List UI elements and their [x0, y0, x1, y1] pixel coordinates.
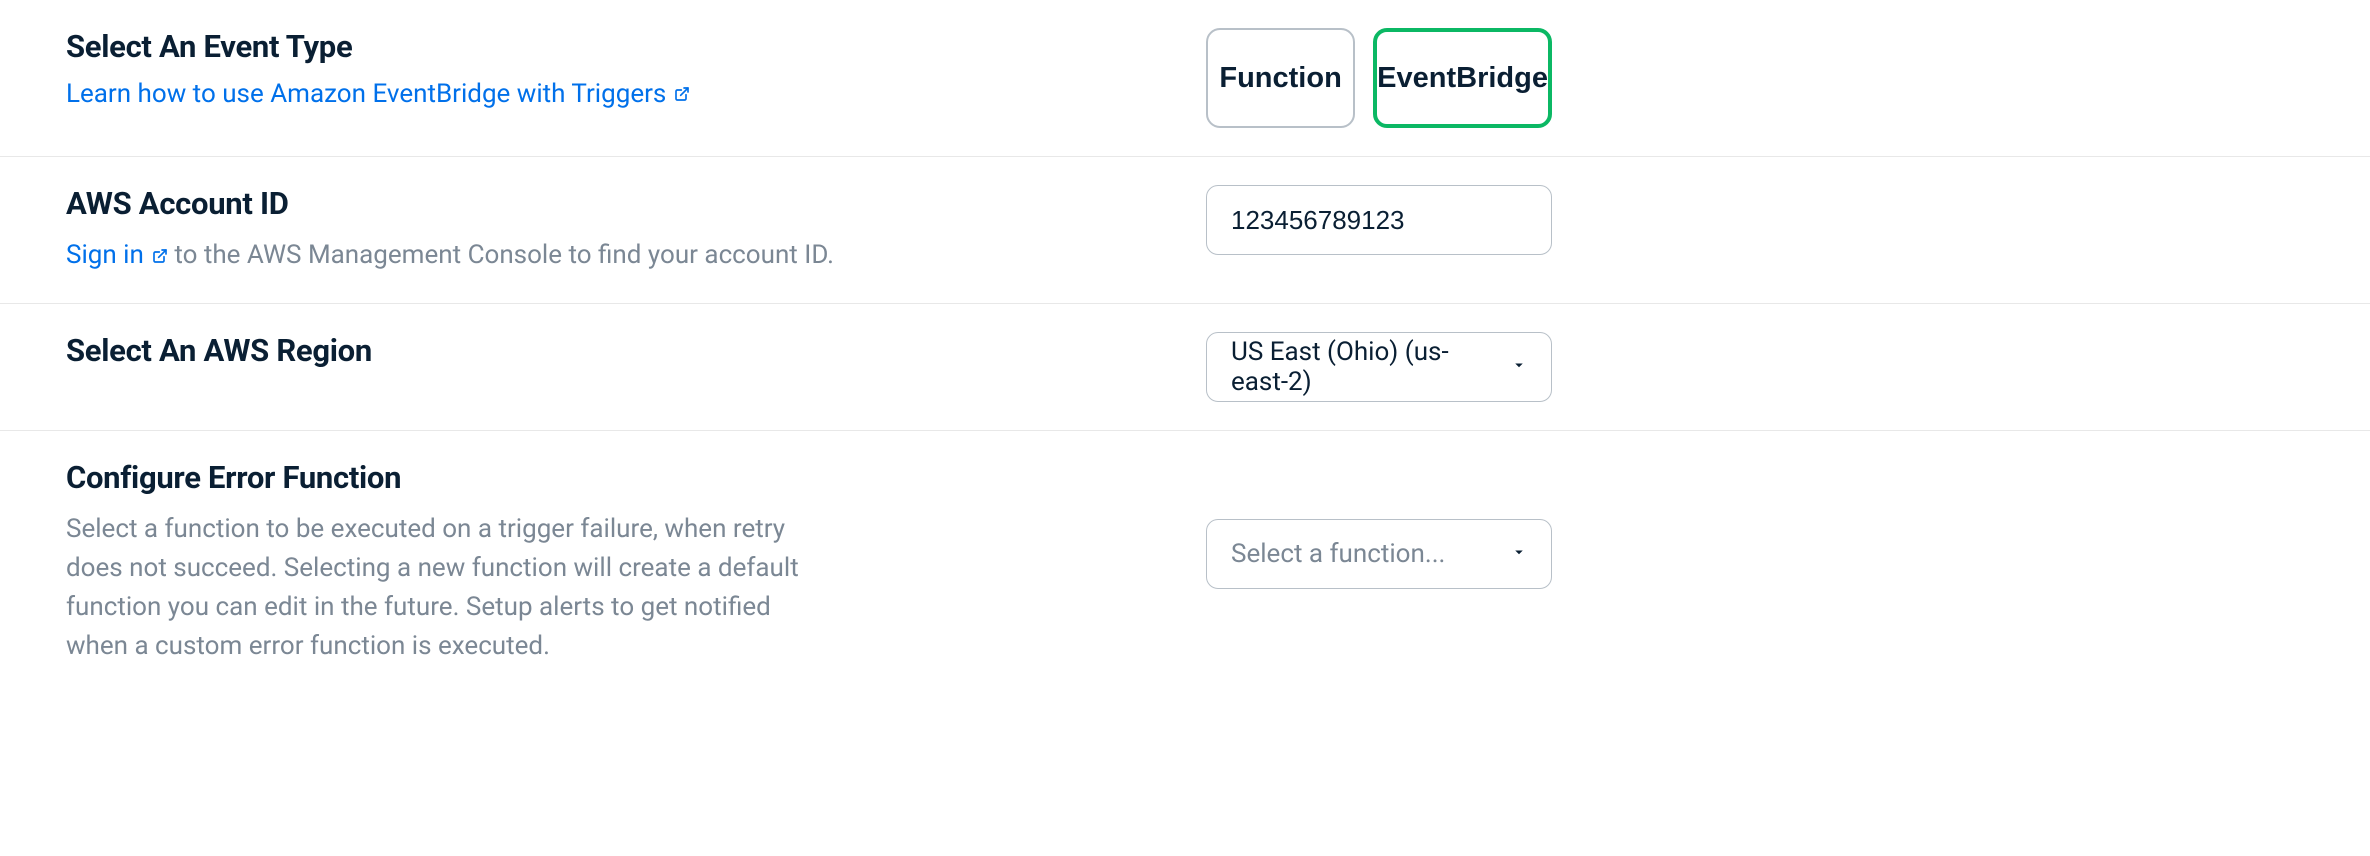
heading-account-id: AWS Account ID	[66, 185, 1166, 222]
heading-region: Select An AWS Region	[66, 332, 372, 369]
control-col-event-type: Function EventBridge	[1206, 28, 2352, 128]
select-region[interactable]: US East (Ohio) (us-east-2)	[1206, 332, 1552, 402]
link-learn-eventbridge[interactable]: Learn how to use Amazon EventBridge with…	[66, 79, 690, 109]
label-col-account-id: AWS Account ID Sign in to the AWS Manage…	[66, 185, 1166, 275]
heading-event-type: Select An Event Type	[66, 28, 1166, 65]
control-col-error-function: Select a function...	[1206, 459, 2352, 589]
description-error-function: Select a function to be executed on a tr…	[66, 510, 806, 666]
select-error-function[interactable]: Select a function...	[1206, 519, 1552, 589]
row-error-function: Configure Error Function Select a functi…	[0, 431, 2370, 694]
event-type-option-function[interactable]: Function	[1206, 28, 1355, 128]
label-col-error-function: Configure Error Function Select a functi…	[66, 459, 1166, 666]
link-learn-eventbridge-label: Learn how to use Amazon EventBridge with…	[66, 79, 666, 109]
control-col-region: US East (Ohio) (us-east-2)	[1206, 332, 2352, 402]
link-sign-in[interactable]: Sign in	[66, 236, 168, 275]
helper-account-id-text: to the AWS Management Console to find yo…	[174, 240, 834, 270]
external-link-icon	[152, 248, 168, 264]
helper-account-id: Sign in to the AWS Management Console to…	[66, 236, 1166, 275]
select-error-function-wrap: Select a function...	[1206, 519, 1552, 589]
external-link-icon	[674, 86, 690, 102]
input-account-id[interactable]	[1206, 185, 1552, 255]
row-account-id: AWS Account ID Sign in to the AWS Manage…	[0, 157, 2370, 304]
event-type-toggle-group: Function EventBridge	[1206, 28, 1552, 128]
control-col-account-id	[1206, 185, 2352, 255]
label-col-event-type: Select An Event Type Learn how to use Am…	[66, 28, 1166, 109]
select-region-wrap: US East (Ohio) (us-east-2)	[1206, 332, 1552, 402]
event-type-option-eventbridge[interactable]: EventBridge	[1373, 28, 1552, 128]
row-region: Select An AWS Region US East (Ohio) (us-…	[0, 304, 2370, 431]
link-sign-in-label: Sign in	[66, 236, 144, 275]
heading-error-function: Configure Error Function	[66, 459, 1166, 496]
form-container: Select An Event Type Learn how to use Am…	[0, 0, 2370, 694]
label-col-region: Select An AWS Region	[66, 332, 1166, 369]
row-event-type: Select An Event Type Learn how to use Am…	[0, 0, 2370, 157]
